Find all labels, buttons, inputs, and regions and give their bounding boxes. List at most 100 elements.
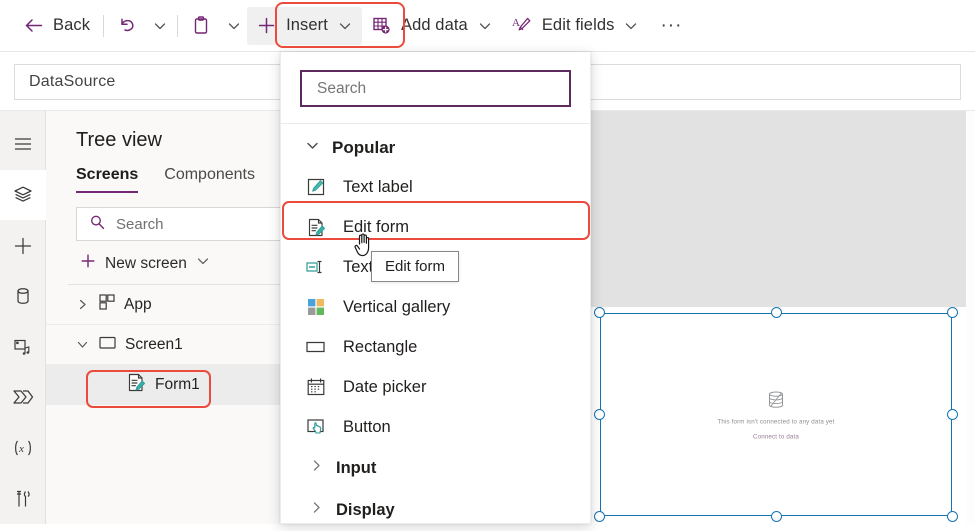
new-screen-label: New screen <box>105 254 187 272</box>
insert-item-text-label[interactable]: Text label <box>281 167 590 207</box>
tree-item-label: Form1 <box>155 376 200 393</box>
text-input-icon <box>305 257 327 277</box>
insert-item-label: Rectangle <box>343 337 418 356</box>
mouse-cursor <box>352 230 378 265</box>
edit-form-icon <box>126 372 147 398</box>
separator <box>177 14 179 37</box>
vertical-gallery-icon <box>305 297 327 317</box>
media-icon[interactable] <box>0 322 46 373</box>
undo-icon <box>117 15 138 36</box>
advanced-tools-icon[interactable] <box>0 473 46 524</box>
more-commands-button[interactable]: ··· <box>648 7 694 45</box>
chevron-down-icon <box>477 18 493 34</box>
insert-item-button[interactable]: Button <box>281 407 590 447</box>
chevron-right-icon[interactable] <box>74 298 90 311</box>
insert-item-date-picker[interactable]: Date picker <box>281 367 590 407</box>
chevron-down-icon[interactable] <box>74 338 90 351</box>
data-table-icon <box>769 391 783 408</box>
svg-text:A: A <box>512 17 520 29</box>
tree-item-label: App <box>124 295 152 313</box>
insert-icon[interactable] <box>0 220 46 271</box>
insert-label: Insert <box>286 16 328 34</box>
edit-fields-label: Edit fields <box>541 16 615 34</box>
add-data-button[interactable]: Add data <box>362 7 502 45</box>
chevron-down-icon <box>305 138 320 158</box>
canvas-area[interactable]: This form isn't connected to any data ye… <box>591 111 975 524</box>
form-placeholder: This form isn't connected to any data ye… <box>601 389 951 440</box>
add-data-icon <box>371 15 392 36</box>
insert-item-label: Date picker <box>343 377 427 396</box>
tooltip: Edit form <box>371 251 460 282</box>
insert-search-input[interactable]: Search <box>300 70 571 107</box>
group-label: Input <box>336 458 377 477</box>
canvas-scrollbar[interactable] <box>966 111 975 524</box>
chevron-right-icon <box>309 458 324 478</box>
resize-handle-s[interactable] <box>770 511 782 522</box>
tab-components[interactable]: Components <box>164 166 255 193</box>
search-icon <box>89 214 106 235</box>
resize-handle-w[interactable] <box>594 409 605 420</box>
datasource-value: DataSource <box>29 72 116 90</box>
connect-to-data-link[interactable]: Connect to data <box>601 433 951 440</box>
power-automate-icon[interactable] <box>0 372 46 423</box>
data-icon[interactable] <box>0 271 46 322</box>
resize-handle-se[interactable] <box>947 511 958 522</box>
insert-dropdown-panel: Search Popular Text label Edit form Text… <box>280 52 591 524</box>
svg-text:x: x <box>18 443 24 455</box>
resize-handle-ne[interactable] <box>947 307 958 318</box>
paste-icon <box>191 15 212 36</box>
back-label: Back <box>53 16 91 34</box>
insert-item-edit-form[interactable]: Edit form <box>281 207 590 247</box>
chevron-down-icon <box>152 18 168 34</box>
screen-icon <box>98 333 117 357</box>
resize-handle-n[interactable] <box>770 307 782 318</box>
menu-icon[interactable] <box>0 119 46 170</box>
insert-item-rectangle[interactable]: Rectangle <box>281 327 590 367</box>
rectangle-icon <box>305 337 327 357</box>
insert-item-vertical-gallery[interactable]: Vertical gallery <box>281 287 590 327</box>
group-header-display[interactable]: Display <box>281 489 590 531</box>
back-button[interactable]: Back <box>14 7 99 45</box>
paste-button[interactable] <box>182 7 221 45</box>
search-placeholder: Search <box>116 215 164 233</box>
tree-item-label: Screen1 <box>125 335 183 353</box>
text-label-icon <box>305 177 327 197</box>
left-icon-rail: x <box>0 111 46 524</box>
edit-form-control[interactable]: This form isn't connected to any data ye… <box>600 313 952 516</box>
variables-icon[interactable]: x <box>0 423 46 474</box>
resize-handle-nw[interactable] <box>594 307 605 318</box>
group-header-input[interactable]: Input <box>281 447 590 489</box>
chevron-right-icon <box>309 500 324 520</box>
undo-dropdown-button[interactable] <box>147 9 173 43</box>
paste-dropdown-button[interactable] <box>221 9 247 43</box>
edit-fields-button[interactable]: A Edit fields <box>502 7 649 45</box>
button-icon <box>305 417 327 437</box>
date-picker-icon <box>305 377 327 397</box>
plus-icon <box>256 15 277 36</box>
edit-form-icon <box>305 217 327 238</box>
group-label: Display <box>336 500 395 519</box>
plus-icon <box>80 253 96 274</box>
separator <box>103 14 105 37</box>
app-icon <box>98 293 116 316</box>
chevron-down-icon <box>337 18 353 34</box>
edit-fields-icon: A <box>511 15 533 36</box>
command-bar: Back Insert Add data A Edit fields ··· <box>0 0 975 52</box>
form-selection[interactable]: This form isn't connected to any data ye… <box>594 307 958 522</box>
tab-screens[interactable]: Screens <box>76 166 139 193</box>
chevron-down-icon <box>226 18 242 34</box>
resize-handle-e[interactable] <box>947 409 958 420</box>
tree-view-icon[interactable] <box>0 169 46 221</box>
ellipsis-icon: ··· <box>660 14 683 36</box>
group-header-popular[interactable]: Popular <box>281 124 590 167</box>
back-arrow-icon <box>23 15 44 36</box>
form-empty-message: This form isn't connected to any data ye… <box>717 418 835 425</box>
canvas-background <box>591 111 966 307</box>
add-data-label: Add data <box>400 16 468 34</box>
chevron-down-icon <box>623 18 639 34</box>
resize-handle-sw[interactable] <box>594 511 605 522</box>
insert-button[interactable]: Insert <box>247 6 362 45</box>
undo-button[interactable] <box>108 7 147 45</box>
chevron-down-icon <box>196 254 210 273</box>
insert-item-label: Button <box>343 417 391 436</box>
